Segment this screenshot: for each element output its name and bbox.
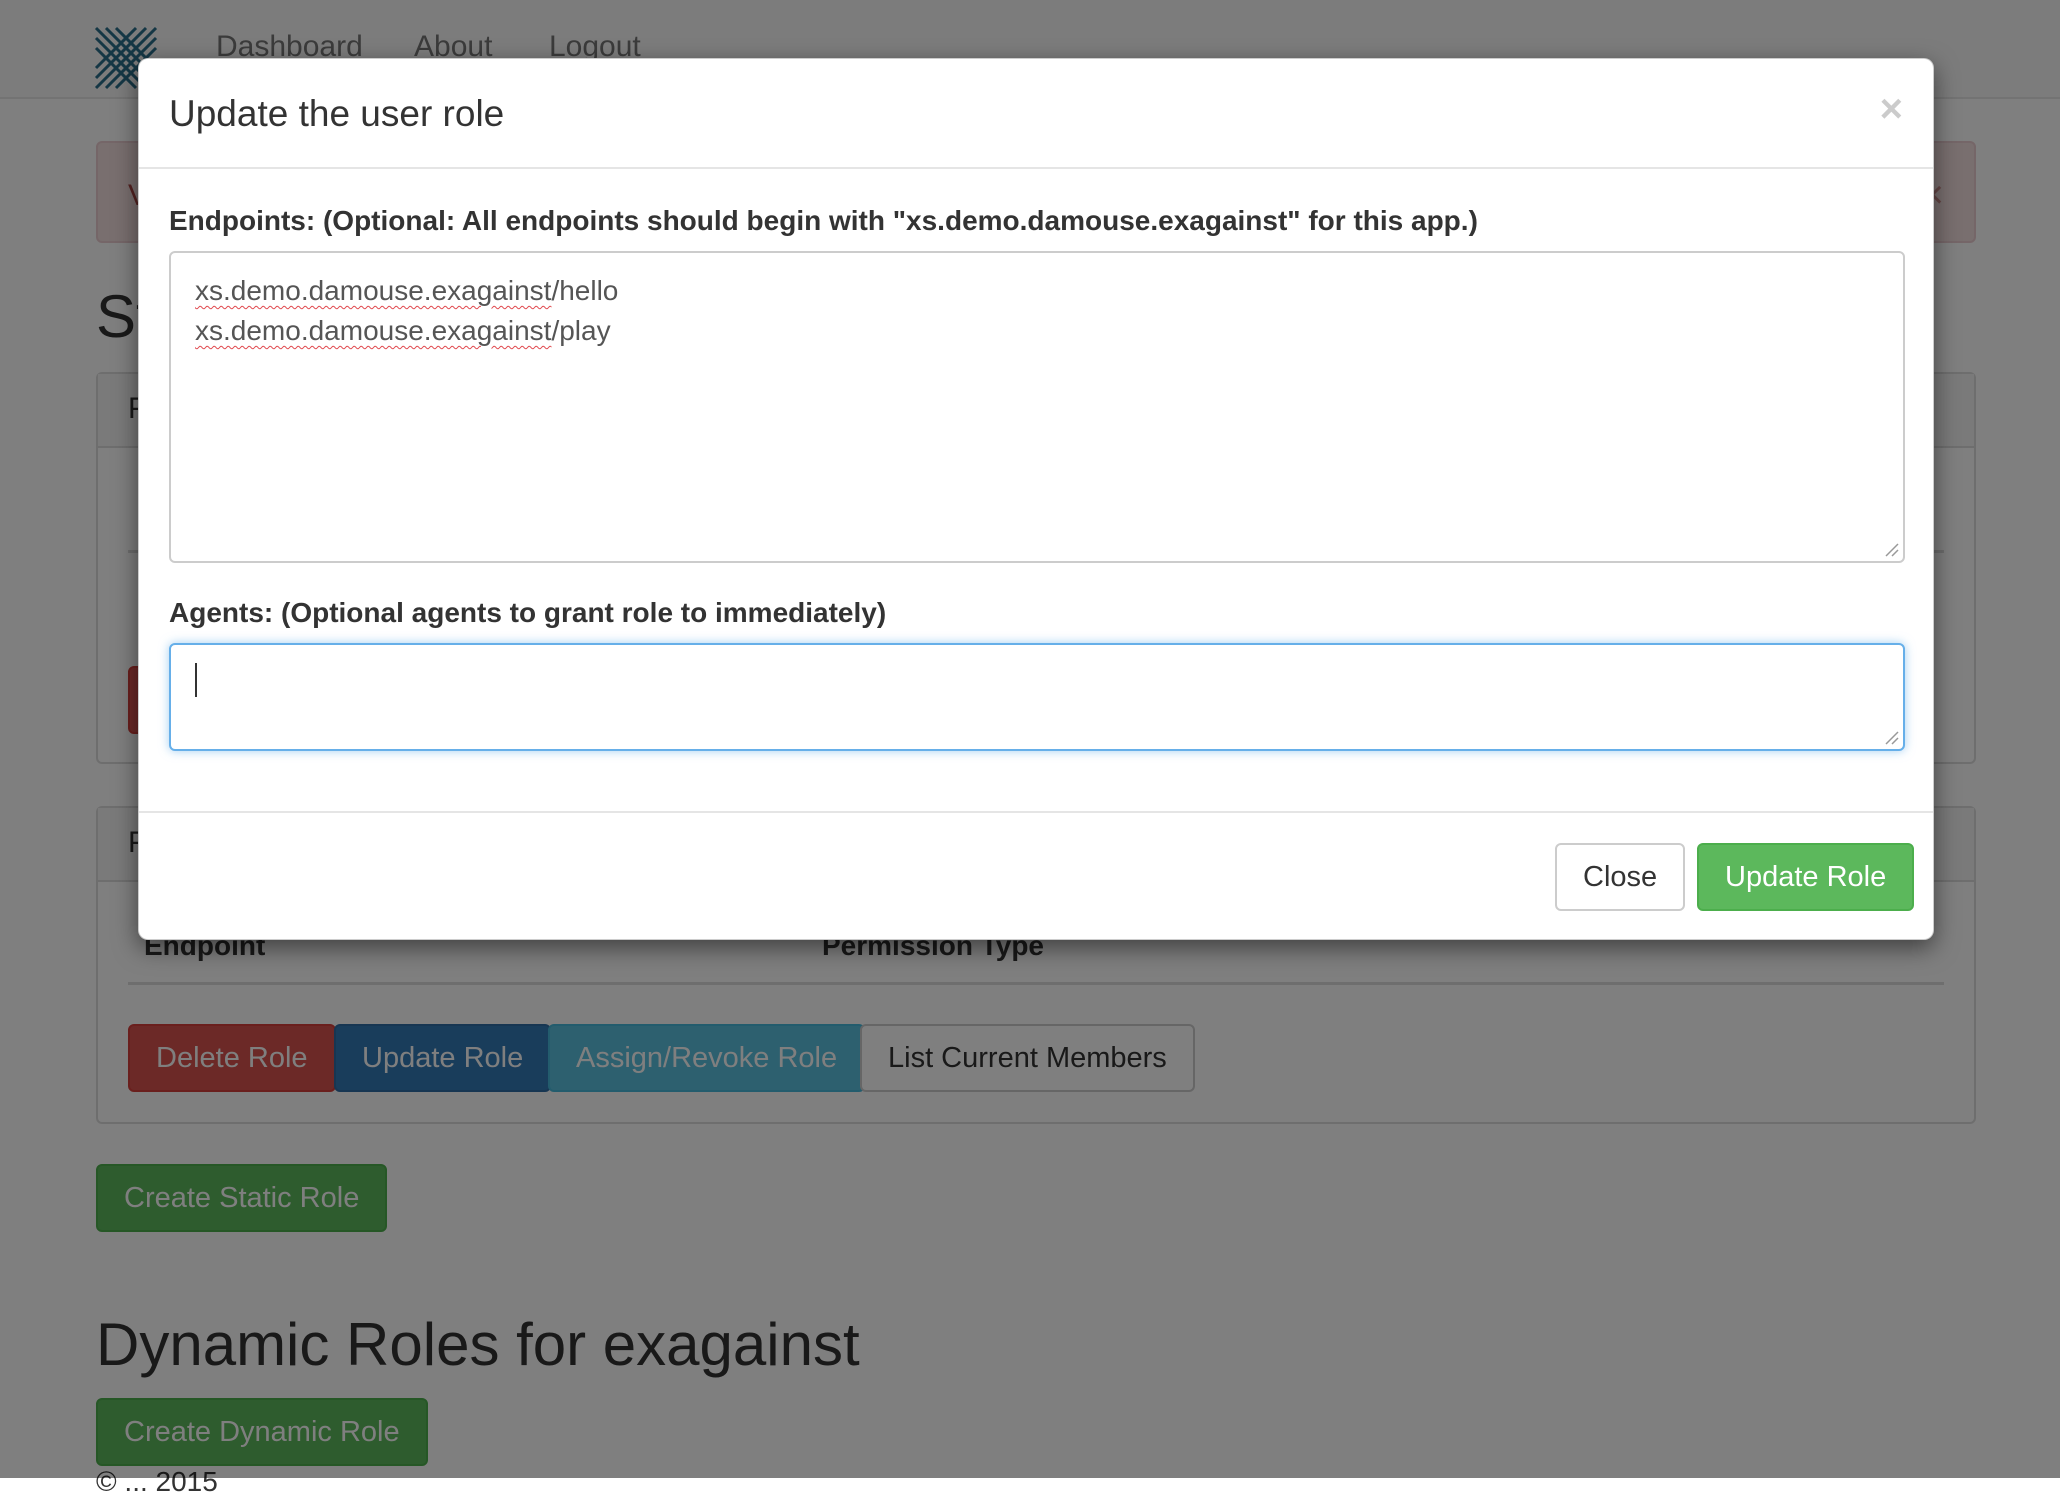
agents-textarea[interactable]	[169, 643, 1905, 751]
resize-grip-icon[interactable]	[1883, 729, 1899, 745]
endpoint-line: xs.demo.damouse.exagainst/hello	[195, 275, 619, 306]
resize-grip-icon[interactable]	[1883, 541, 1899, 557]
close-icon[interactable]: ×	[1880, 87, 1903, 132]
modal-footer: Close Update Role	[139, 811, 1933, 941]
update-role-modal: Update the user role × Endpoints: (Optio…	[138, 58, 1934, 940]
agents-label: Agents: (Optional agents to grant role t…	[169, 597, 887, 628]
endpoints-textarea[interactable]: xs.demo.damouse.exagainst/hello xs.demo.…	[169, 251, 1905, 563]
update-role-submit-button[interactable]: Update Role	[1697, 843, 1915, 911]
text-caret	[195, 663, 197, 697]
endpoint-line: xs.demo.damouse.exagainst/play	[195, 315, 611, 346]
modal-title: Update the user role	[169, 93, 505, 134]
endpoints-label: Endpoints: (Optional: All endpoints shou…	[169, 205, 1478, 236]
modal-header: Update the user role ×	[139, 59, 1933, 169]
close-button[interactable]: Close	[1555, 843, 1686, 911]
